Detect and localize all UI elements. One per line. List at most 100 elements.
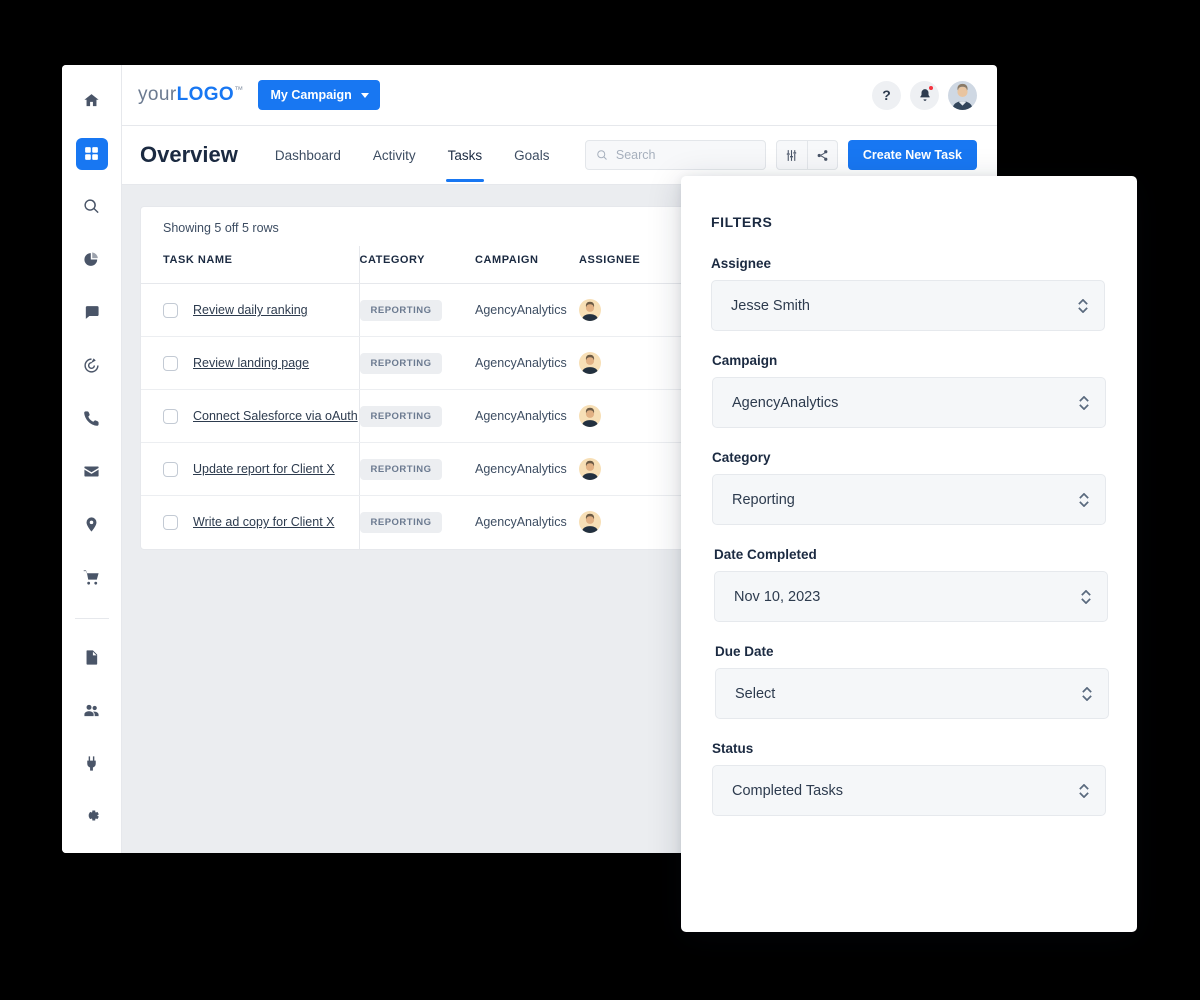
view-options-group: [775, 140, 838, 170]
sidebar: [62, 65, 122, 853]
sidebar-item-documents[interactable]: [76, 641, 108, 673]
campaign-value: AgencyAnalytics: [475, 356, 567, 370]
category-badge: REPORTING: [359, 405, 443, 427]
logo-trademark: ™: [234, 84, 244, 95]
row-checkbox[interactable]: [163, 408, 178, 424]
campaign-value: AgencyAnalytics: [475, 409, 567, 423]
row-checkbox[interactable]: [163, 514, 178, 530]
tab-activity[interactable]: Activity: [373, 129, 416, 182]
column-header-assignee[interactable]: ASSIGNEE: [579, 246, 673, 284]
campaign-value: AgencyAnalytics: [475, 303, 567, 317]
column-header-category[interactable]: CATEGORY: [359, 246, 475, 284]
sidebar-item-target[interactable]: [76, 350, 108, 382]
filter-field-due-date: Due Date Select: [715, 644, 1109, 719]
tab-goals[interactable]: Goals: [514, 129, 549, 182]
filter-label-category: Category: [712, 450, 771, 465]
filter-value-assignee: Jesse Smith: [731, 297, 810, 314]
sidebar-item-settings[interactable]: [76, 800, 108, 832]
filters-panel: FILTERS Assignee Jesse Smith Campaign Ag…: [681, 176, 1137, 932]
task-name-link[interactable]: Update report for Client X: [193, 462, 335, 476]
chevron-updown-icon: [1081, 589, 1091, 604]
chevron-updown-icon: [1079, 395, 1089, 410]
filter-value-due-date: Select: [735, 685, 776, 702]
filter-label-assignee: Assignee: [711, 256, 772, 271]
filter-field-status: Status Completed Tasks: [712, 741, 1106, 816]
sidebar-item-messages[interactable]: [76, 297, 108, 329]
campaign-selector-button[interactable]: My Campaign: [257, 80, 380, 110]
app-logo: yourLOGO™: [138, 84, 244, 106]
filter-select-assignee[interactable]: Jesse Smith: [711, 280, 1105, 331]
row-checkbox[interactable]: [163, 355, 178, 371]
chevron-updown-icon: [1079, 492, 1089, 507]
assignee-avatar[interactable]: [579, 299, 601, 321]
sliders-icon: [787, 149, 797, 161]
sidebar-item-dashboard[interactable]: [75, 137, 108, 170]
task-name-link[interactable]: Review daily ranking: [193, 303, 308, 317]
search-icon: [597, 150, 607, 160]
share-button[interactable]: [806, 141, 837, 169]
filter-value-category: Reporting: [732, 491, 795, 508]
column-header-task-name[interactable]: TASK NAME: [141, 246, 360, 284]
filters-panel-title: FILTERS: [711, 214, 773, 230]
page-title: Overview: [140, 142, 238, 167]
chevron-down-icon: [360, 92, 369, 98]
create-new-task-button[interactable]: Create New Task: [847, 140, 977, 170]
filter-value-campaign: AgencyAnalytics: [732, 394, 839, 411]
assignee-avatar[interactable]: [579, 352, 601, 374]
sidebar-item-search[interactable]: [76, 191, 108, 223]
task-name-link[interactable]: Review landing page: [193, 356, 309, 370]
sidebar-divider: [74, 618, 109, 620]
category-badge: REPORTING: [359, 458, 443, 480]
sidebar-item-email[interactable]: [76, 455, 108, 487]
task-name-link[interactable]: Connect Salesforce via oAuth: [193, 409, 358, 423]
assignee-avatar[interactable]: [579, 511, 601, 534]
search-box[interactable]: [584, 140, 766, 170]
filter-label-status: Status: [712, 741, 754, 756]
filter-value-status: Completed Tasks: [732, 782, 843, 799]
filter-label-due-date: Due Date: [715, 644, 774, 659]
share-icon: [817, 149, 828, 161]
sidebar-item-analytics[interactable]: [76, 244, 108, 276]
row-checkbox[interactable]: [163, 461, 178, 477]
filter-value-date-completed: Nov 10, 2023: [734, 588, 821, 605]
filter-label-date-completed: Date Completed: [714, 547, 817, 562]
filter-select-due-date[interactable]: Select: [715, 668, 1109, 719]
filter-button[interactable]: [777, 141, 807, 169]
filter-field-date-completed: Date Completed Nov 10, 2023: [714, 547, 1108, 622]
assignee-avatar[interactable]: [579, 405, 601, 427]
sidebar-item-integrations[interactable]: [76, 747, 108, 779]
chevron-updown-icon: [1079, 783, 1089, 798]
sidebar-item-ecommerce[interactable]: [76, 561, 108, 593]
campaign-value: AgencyAnalytics: [475, 462, 567, 476]
notifications-button[interactable]: [910, 80, 939, 110]
user-avatar[interactable]: [948, 80, 977, 110]
filter-select-date-completed[interactable]: Nov 10, 2023: [714, 571, 1108, 622]
category-badge: REPORTING: [359, 352, 443, 374]
chevron-updown-icon: [1078, 298, 1088, 313]
filter-select-category[interactable]: Reporting: [712, 474, 1106, 525]
help-button[interactable]: ?: [872, 80, 901, 110]
filter-select-status[interactable]: Completed Tasks: [712, 765, 1106, 816]
category-badge: REPORTING: [359, 299, 443, 321]
assignee-avatar[interactable]: [579, 458, 601, 480]
campaign-selector-label: My Campaign: [270, 88, 352, 102]
sidebar-item-locations[interactable]: [76, 508, 108, 540]
filter-select-campaign[interactable]: AgencyAnalytics: [712, 377, 1106, 428]
filter-field-campaign: Campaign AgencyAnalytics: [712, 353, 1106, 428]
tab-dashboard[interactable]: Dashboard: [275, 129, 341, 182]
tabbar-actions: Create New Task: [584, 140, 977, 170]
sidebar-item-home[interactable]: [76, 85, 108, 117]
chevron-updown-icon: [1082, 686, 1092, 701]
task-name-link[interactable]: Write ad copy for Client X: [193, 515, 335, 529]
top-bar: yourLOGO™ My Campaign ?: [122, 65, 997, 126]
search-input[interactable]: [615, 148, 755, 162]
filter-field-assignee: Assignee Jesse Smith: [711, 256, 1105, 331]
column-header-campaign[interactable]: CAMPAIGN: [475, 246, 579, 284]
sidebar-item-calls[interactable]: [76, 403, 108, 435]
row-checkbox[interactable]: [163, 302, 178, 318]
sidebar-item-team[interactable]: [76, 694, 108, 726]
category-badge: REPORTING: [359, 511, 443, 533]
notification-badge: [928, 84, 934, 91]
tab-tasks[interactable]: Tasks: [445, 129, 484, 182]
logo-suffix: LOGO: [176, 84, 235, 105]
